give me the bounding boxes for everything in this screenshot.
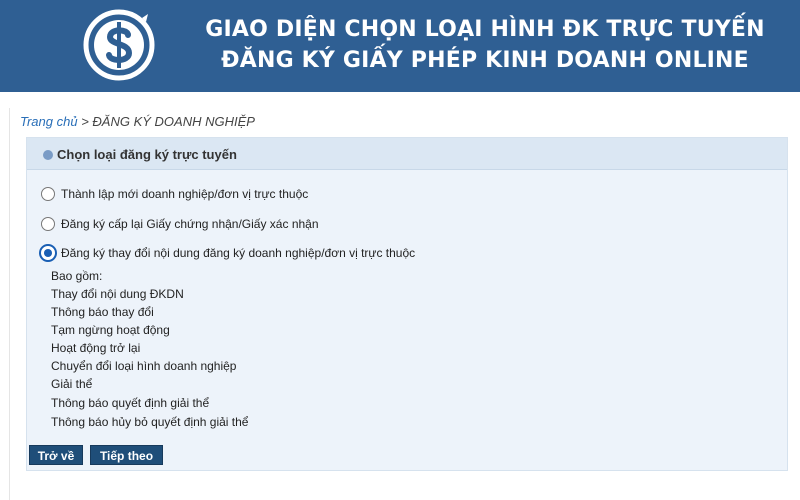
- panel-title: Chọn loại đăng ký trực tuyến: [57, 147, 237, 162]
- list-item: Tạm ngừng hoạt động: [51, 323, 170, 337]
- radio-change-registration[interactable]: [39, 244, 57, 262]
- radio-reissue-certificate[interactable]: [41, 217, 55, 231]
- list-item: Thay đổi nội dung ĐKDN: [51, 287, 184, 301]
- banner-title-line1: GIAO DIỆN CHỌN LOẠI HÌNH ĐK TRỰC TUYẾN: [205, 17, 765, 42]
- registration-type-panel: Chọn loại đăng ký trực tuyến Thành lập m…: [26, 137, 788, 471]
- banner-title-line2: ĐĂNG KÝ GIẤY PHÉP KINH DOANH ONLINE: [221, 48, 749, 73]
- header-banner: GIAO DIỆN CHỌN LOẠI HÌNH ĐK TRỰC TUYẾN Đ…: [0, 0, 800, 92]
- option-label: Thành lập mới doanh nghiệp/đơn vị trực t…: [61, 187, 309, 201]
- includes-label: Bao gồm:: [51, 269, 103, 283]
- radio-new-enterprise[interactable]: [41, 187, 55, 201]
- list-item: Chuyển đổi loại hình doanh nghiệp: [51, 359, 237, 373]
- back-button[interactable]: Trở về: [29, 445, 83, 465]
- info-icon: [43, 150, 53, 160]
- list-item: Thông báo thay đổi: [51, 305, 154, 319]
- left-divider: [9, 108, 10, 500]
- breadcrumb-separator: >: [81, 114, 89, 129]
- breadcrumb-current: ĐĂNG KÝ DOANH NGHIỆP: [92, 114, 255, 129]
- breadcrumb-home-link[interactable]: Trang chủ: [20, 114, 78, 129]
- list-item: Thông báo hủy bỏ quyết định giải thể: [51, 415, 249, 429]
- list-item: Hoạt động trở lại: [51, 341, 141, 355]
- breadcrumb: Trang chủ > ĐĂNG KÝ DOANH NGHIỆP: [20, 114, 255, 129]
- list-item: Thông báo quyết định giải thể: [51, 396, 210, 410]
- list-item: Giải thể: [51, 377, 93, 391]
- panel-header: Chọn loại đăng ký trực tuyến: [27, 138, 787, 170]
- next-button[interactable]: Tiếp theo: [90, 445, 163, 465]
- option-label: Đăng ký cấp lại Giấy chứng nhận/Giấy xác…: [61, 217, 319, 231]
- banner-title: GIAO DIỆN CHỌN LOẠI HÌNH ĐK TRỰC TUYẾN Đ…: [190, 14, 780, 76]
- option-label: Đăng ký thay đổi nội dung đăng ký doanh …: [61, 246, 416, 260]
- dollar-coin-logo-icon: [83, 9, 155, 81]
